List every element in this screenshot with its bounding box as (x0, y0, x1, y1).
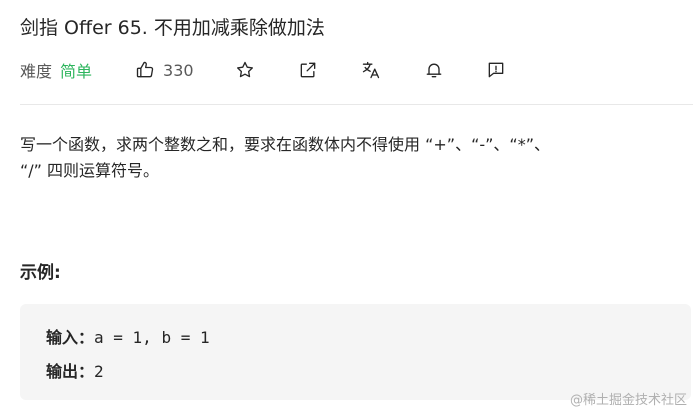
watermark: @稀土掘金技术社区 (569, 393, 687, 408)
output-value: 2 (94, 362, 104, 381)
divider (20, 104, 693, 105)
input-label: 输入： (46, 328, 95, 347)
example-block: 输入：a = 1, b = 1 输出：2 (20, 304, 691, 400)
problem-description: 写一个函数，求两个整数之和，要求在函数体内不得使用 “+”、“-”、“*”、 “… (20, 132, 680, 184)
output-label: 输出： (46, 362, 95, 381)
feedback-icon[interactable] (485, 59, 507, 81)
example-output: 输出：2 (46, 358, 104, 382)
star-icon[interactable] (234, 59, 256, 81)
like-count: 330 (163, 60, 194, 80)
like-button[interactable]: 330 (134, 59, 194, 81)
share-icon[interactable] (297, 59, 319, 81)
difficulty-value: 简单 (60, 62, 93, 81)
problem-title: 剑指 Offer 65. 不用加减乘除做加法 (20, 17, 325, 39)
example-input: 输入：a = 1, b = 1 (46, 324, 210, 348)
difficulty-label: 难度 (20, 62, 53, 81)
description-line: 写一个函数，求两个整数之和，要求在函数体内不得使用 “+”、“-”、“*”、 (20, 135, 551, 154)
problem-meta-bar: 难度 简单 330 (20, 56, 507, 84)
bell-icon[interactable] (423, 59, 445, 81)
thumbs-up-icon (134, 59, 156, 81)
input-value: a = 1, b = 1 (94, 328, 210, 347)
description-line: “/” 四则运算符号。 (20, 161, 160, 180)
translate-icon[interactable] (360, 59, 382, 81)
example-heading: 示例: (20, 263, 61, 283)
